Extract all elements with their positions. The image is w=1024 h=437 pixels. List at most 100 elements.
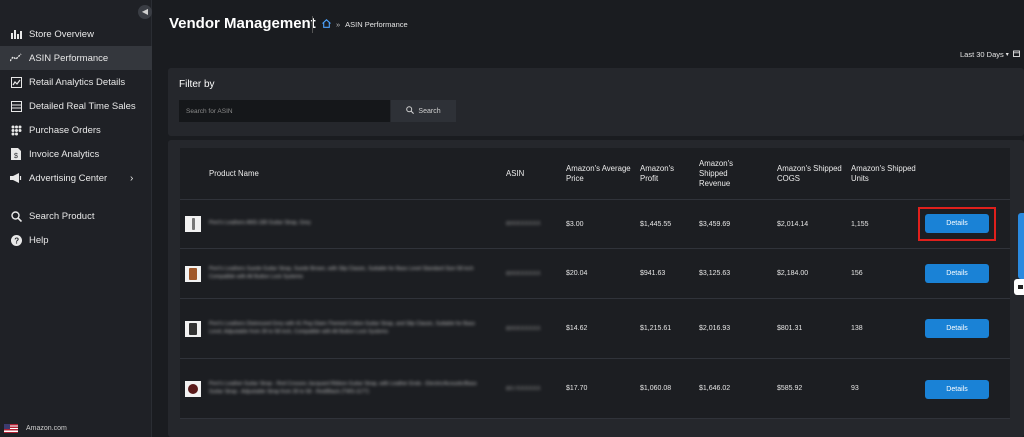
product-image [189,323,197,335]
date-range-label: Last 30 Days [960,50,1004,59]
column-header-asin[interactable]: ASIN [506,148,524,200]
sidebar-item-retail-analytics[interactable]: Retail Analytics Details [0,70,152,94]
asin-cell[interactable]: B00XXXXXX [506,249,541,298]
sidebar-item-advertising-center[interactable]: Advertising Center › [0,166,152,190]
average-price-cell: $17.70 [566,385,588,392]
table-header: Product Name ASIN Amazon's Average Price… [180,148,1010,200]
shipped-units-cell: 138 [851,325,863,332]
sidebar-item-label: Search Product [29,210,95,222]
sidebar-item-real-time-sales[interactable]: Detailed Real Time Sales [0,94,152,118]
search-icon [406,106,415,116]
table-row: Perri's Leathers ANS-180 Guitar Strap, G… [180,200,1010,249]
asin-cell[interactable]: B00XXXXXX [506,299,541,358]
sidebar-item-invoice-analytics[interactable]: $ Invoice Analytics [0,142,152,166]
marketplace-selector[interactable]: Amazon.com [4,424,67,433]
column-header-shipped-units[interactable]: Amazon's Shipped Units [851,148,921,200]
search-button-label: Search [418,107,441,115]
product-image [189,268,197,280]
filter-title: Filter by [179,79,215,90]
sidebar-item-label: ASIN Performance [29,52,109,64]
shipped-cogs-cell: $2,014.14 [777,220,809,228]
asin-cell[interactable]: B07XXXXXX [506,359,541,418]
asin-cell[interactable]: B00XXXXXX [506,200,541,248]
app: ◀ Store Overview ASIN Performance Retail… [0,0,1024,437]
product-thumbnail [185,381,201,397]
title-divider [312,16,313,33]
product-name-cell[interactable]: Perri's Leathers ANS-180 Guitar Strap, G… [209,200,479,248]
table-row: Perri's Leathers Distressed Grey with 41… [180,299,1010,359]
grid-icon [10,124,22,136]
breadcrumb-current: ASIN Performance [345,20,408,29]
table-row: Perri's Leathers Suede Guitar Strap, Sue… [180,249,1010,299]
analytics-icon [10,76,22,88]
sidebar-item-label: Advertising Center [29,172,108,184]
breadcrumb-separator: » [336,20,341,29]
sidebar-item-store-overview[interactable]: Store Overview [0,22,152,46]
svg-text:?: ? [14,236,19,245]
sidebar-item-purchase-orders[interactable]: Purchase Orders [0,118,152,142]
search-icon [10,210,22,222]
sidebar-item-search-product[interactable]: Search Product [0,204,152,228]
sidebar-item-label: Detailed Real Time Sales [29,100,136,112]
column-header-profit[interactable]: Amazon's Profit [640,148,690,200]
sidebar-item-help[interactable]: ? Help [0,228,152,252]
breadcrumb: » ASIN Performance [322,19,408,30]
sidebar-item-label: Help [29,234,49,246]
help-icon: ? [10,234,22,246]
megaphone-icon [10,172,22,184]
bar-chart-icon [10,28,22,40]
search-button[interactable]: Search [391,100,456,122]
profit-cell: $1,445.55 [640,220,672,228]
asin-performance-table: Product Name ASIN Amazon's Average Price… [180,148,1010,419]
sidebar-item-asin-performance[interactable]: ASIN Performance [0,46,152,70]
feedback-tab[interactable] [1018,213,1024,279]
asin-search-input[interactable] [179,100,390,122]
product-image [188,384,198,394]
date-range-picker[interactable]: Last 30 Days ▾ [960,50,1020,59]
average-price-cell: $14.62 [566,325,588,332]
shipped-units-cell: 1,155 [851,220,869,228]
chat-icon[interactable] [1014,279,1024,295]
chevron-left-icon[interactable]: ◀ [138,5,152,19]
product-name-cell[interactable]: Perri's Leathers Distressed Grey with 41… [209,299,479,358]
details-button[interactable]: Details [925,380,989,399]
caret-down-icon: ▾ [1005,52,1009,58]
calendar-icon [1012,50,1020,59]
average-price-cell: $20.04 [566,270,588,277]
us-flag-icon [4,424,18,433]
shipped-units-cell: 156 [851,270,863,277]
table-row: Perri's Leather Guitar Strap - Red Cross… [180,359,1010,419]
main-content: Vendor Management » ASIN Performance Las… [152,0,1024,437]
sidebar-item-label: Store Overview [29,28,94,40]
sidebar-nav: Store Overview ASIN Performance Retail A… [0,22,152,252]
details-button[interactable]: Details [925,319,989,338]
invoice-icon: $ [10,148,22,160]
chevron-right-icon[interactable]: › [130,173,133,184]
average-price-cell: $3.00 [566,220,584,228]
sidebar: ◀ Store Overview ASIN Performance Retail… [0,0,152,437]
product-name-cell[interactable]: Perri's Leather Guitar Strap - Red Cross… [209,359,479,418]
home-icon[interactable] [322,19,331,30]
column-header-product-name[interactable]: Product Name [209,148,259,200]
shipped-cogs-cell: $2,184.00 [777,270,809,277]
sales-table-icon [10,100,22,112]
column-header-shipped-cogs[interactable]: Amazon's Shipped COGS [777,148,847,200]
marketplace-label: Amazon.com [26,425,67,432]
sidebar-item-label: Retail Analytics Details [29,76,126,88]
asin-table-panel: Product Name ASIN Amazon's Average Price… [168,140,1024,437]
highlight-annotation [918,207,996,241]
product-image [191,218,195,230]
shipped-units-cell: 93 [851,385,859,392]
page-title: Vendor Management [169,15,316,32]
product-name-cell[interactable]: Perri's Leathers Suede Guitar Strap, Sue… [209,249,479,298]
shipped-cogs-cell: $801.31 [777,325,803,332]
column-header-average-price[interactable]: Amazon's Average Price [566,148,634,200]
profit-cell: $1,060.08 [640,385,672,392]
details-button[interactable]: Details [925,264,989,283]
column-header-shipped-revenue[interactable]: Amazon's Shipped Revenue [699,148,754,200]
profit-cell: $1,215.61 [640,325,672,332]
trend-line-icon [10,52,22,64]
shipped-cogs-cell: $585.92 [777,385,803,392]
shipped-revenue-cell: $2,016.93 [699,325,731,332]
profit-cell: $941.63 [640,270,666,277]
